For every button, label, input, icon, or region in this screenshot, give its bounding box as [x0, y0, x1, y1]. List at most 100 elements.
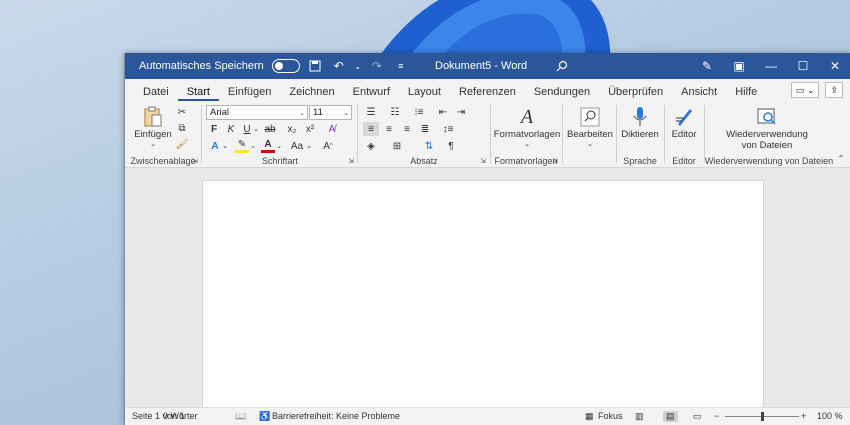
undo-dropdown-icon[interactable]: ⌄ [354, 57, 362, 75]
line-spacing-icon[interactable]: ↕≡ [437, 122, 459, 136]
group-voice: Diktieren Sprache [617, 103, 663, 167]
focus-icon: ▦ [585, 411, 594, 421]
italic-button[interactable]: K [225, 122, 237, 136]
sort-icon[interactable]: ⇅ [421, 139, 437, 153]
zoom-in-button[interactable]: + [801, 411, 806, 421]
tab-hilfe[interactable]: Hilfe [726, 86, 766, 101]
reuse-files-button[interactable]: Wiederverwendung von Dateien [707, 105, 827, 151]
close-icon[interactable]: ✕ [819, 53, 850, 79]
justify-icon[interactable]: ≣ [417, 122, 433, 136]
tab-datei[interactable]: Datei [134, 86, 178, 101]
search-icon[interactable] [553, 57, 571, 75]
align-left-icon[interactable]: ≡ [363, 122, 379, 136]
cut-icon[interactable]: ✂ [175, 105, 189, 119]
designer-pen-icon[interactable]: ✎ [691, 53, 723, 79]
copy-icon[interactable]: ⧉ [175, 121, 189, 135]
minimize-icon[interactable]: — [755, 53, 787, 79]
clipboard-group-label: Zwischenablage [130, 156, 196, 166]
font-name-combobox[interactable]: Arial ⌄ [206, 105, 308, 120]
document-page[interactable] [202, 180, 764, 417]
editor-label: Editor [671, 129, 697, 140]
highlight-icon[interactable]: ✎ [235, 139, 249, 153]
redo-icon[interactable]: ↷ [368, 57, 386, 75]
paste-button[interactable]: Einfügen ⌄ [133, 105, 173, 148]
comments-button[interactable]: ▭ ⌄ [790, 82, 820, 98]
format-painter-icon[interactable]: 🖌 [175, 137, 189, 151]
collapse-ribbon-icon[interactable]: ⌃ [835, 151, 847, 165]
multilevel-list-icon[interactable]: ⁝≡ [411, 105, 427, 119]
highlight-dropdown-icon[interactable]: ⌄ [249, 139, 257, 153]
paragraph-launcher-icon[interactable]: ⇲ [480, 157, 486, 165]
numbering-icon[interactable]: ☷ [387, 105, 403, 119]
text-effects-icon[interactable]: A [208, 139, 222, 153]
editor-pen-icon [665, 105, 703, 129]
clipboard-launcher-icon[interactable]: ⇲ [192, 157, 198, 165]
styles-group-label: Formatvorlagen [494, 156, 558, 166]
zoom-slider-thumb[interactable] [761, 412, 764, 421]
underline-dropdown-icon[interactable]: ⌄ [252, 122, 260, 136]
font-launcher-icon[interactable]: ⇲ [348, 157, 354, 165]
microphone-icon [619, 105, 661, 129]
accessibility-status[interactable]: Barrierefreiheit: Keine Probleme [272, 411, 400, 421]
zoom-out-button[interactable]: − [714, 411, 719, 421]
group-editing: Bearbeiten ⌄ [563, 103, 615, 167]
align-center-icon[interactable]: ≡ [381, 122, 397, 136]
tab-layout[interactable]: Layout [399, 86, 450, 101]
customize-toolbar-icon[interactable]: ≡ [392, 57, 410, 75]
accessibility-icon: ♿ [259, 411, 271, 421]
share-button[interactable]: ⇪ [825, 82, 843, 98]
zoom-level[interactable]: 100 % [817, 411, 843, 421]
change-case-dropdown-icon[interactable]: ⌄ [305, 139, 313, 153]
superscript-button[interactable]: x² [303, 122, 317, 136]
font-name-value: Arial [210, 107, 230, 118]
dictate-label: Diktieren [621, 129, 659, 140]
tab-sendungen[interactable]: Sendungen [525, 86, 599, 101]
save-icon[interactable] [306, 57, 324, 75]
subscript-button[interactable]: x₂ [285, 122, 299, 136]
show-marks-icon[interactable]: ¶ [443, 139, 459, 153]
ribbon-display-icon[interactable]: ▣ [723, 53, 755, 79]
tab-einfuegen[interactable]: Einfügen [219, 86, 280, 101]
grow-font-icon[interactable]: A ^ [321, 139, 335, 153]
change-case-button[interactable]: Aa [289, 139, 305, 153]
autosave-toggle[interactable] [271, 59, 300, 73]
align-right-icon[interactable]: ≡ [399, 122, 415, 136]
bold-button[interactable]: F [208, 122, 220, 136]
clear-formatting-icon[interactable]: A̸ [325, 122, 339, 136]
group-editor: Editor Editor [665, 103, 703, 167]
strikethrough-button[interactable]: ab [263, 122, 277, 136]
proofing-icon[interactable]: 📖 [235, 411, 246, 422]
bullets-icon[interactable]: ☰ [363, 105, 379, 119]
borders-icon[interactable]: ⊞ [389, 139, 405, 153]
group-clipboard: Einfügen ⌄ ✂ ⧉ 🖌 Zwischenablage ⇲ [125, 103, 201, 167]
decrease-indent-icon[interactable]: ⇤ [435, 105, 451, 119]
read-mode-icon[interactable]: ▥ [635, 411, 644, 422]
font-size-combobox[interactable]: 11 ⌄ [309, 105, 352, 120]
tab-entwurf[interactable]: Entwurf [344, 86, 399, 101]
styles-launcher-icon[interactable]: ⇲ [552, 157, 558, 165]
maximize-icon[interactable]: ☐ [787, 53, 819, 79]
tab-zeichnen[interactable]: Zeichnen [280, 86, 343, 101]
print-layout-icon[interactable]: ▤ [663, 411, 678, 422]
text-effects-dropdown-icon[interactable]: ⌄ [221, 139, 229, 153]
shading-icon[interactable]: ◈ [363, 139, 379, 153]
reuse-files-label-1: Wiederverwendung [726, 129, 808, 140]
tab-ueberpruefen[interactable]: Überprüfen [599, 86, 672, 101]
increase-indent-icon[interactable]: ⇥ [453, 105, 469, 119]
editor-button[interactable]: Editor [665, 105, 703, 140]
focus-button[interactable]: Fokus [598, 411, 623, 421]
font-color-icon[interactable]: A [261, 139, 275, 153]
window-title: Dokument5 - Word [435, 60, 528, 72]
undo-icon[interactable]: ↶ [330, 57, 348, 75]
tab-ansicht[interactable]: Ansicht [672, 86, 726, 101]
editing-button[interactable]: Bearbeiten ⌄ [565, 105, 615, 148]
styles-button[interactable]: A Formatvorlagen ⌄ [493, 105, 561, 149]
styles-label: Formatvorlagen [493, 129, 561, 140]
tab-start[interactable]: Start [177, 86, 219, 101]
paste-label: Einfügen [134, 129, 172, 140]
tab-referenzen[interactable]: Referenzen [450, 86, 525, 101]
dictate-button[interactable]: Diktieren [619, 105, 661, 140]
font-color-dropdown-icon[interactable]: ⌄ [275, 139, 283, 153]
web-layout-icon[interactable]: ▭ [693, 411, 702, 422]
word-count[interactable]: 0 Wörter [163, 411, 198, 421]
